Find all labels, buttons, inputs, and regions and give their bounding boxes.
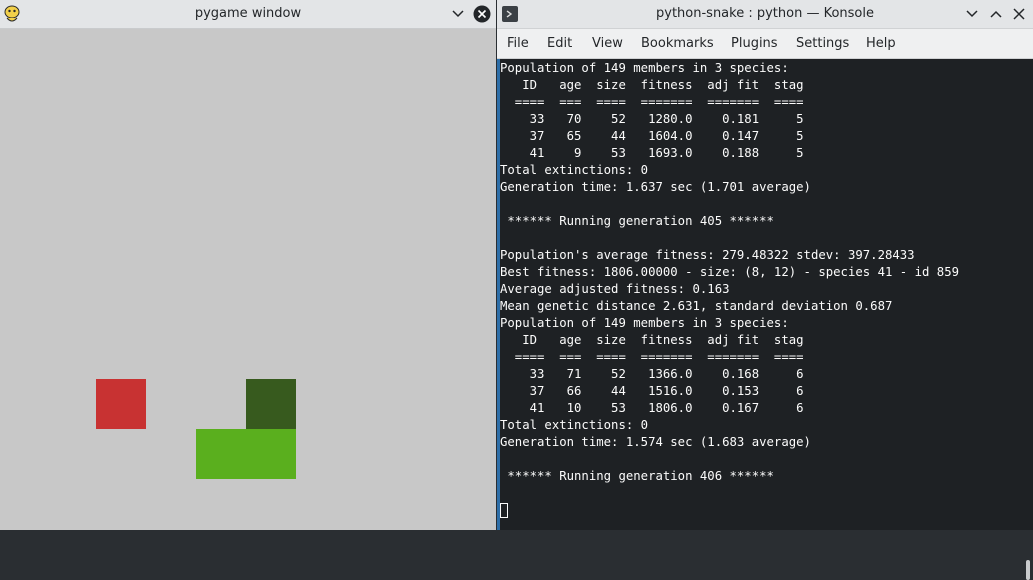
- menu-plugins[interactable]: Plugins: [731, 36, 778, 51]
- menu-file[interactable]: File: [507, 36, 529, 51]
- konsole-titlebar[interactable]: python-snake : python — Konsole: [497, 0, 1033, 29]
- menu-view[interactable]: View: [592, 36, 623, 51]
- konsole-window: python-snake : python — Konsole File Edi…: [497, 0, 1033, 580]
- menu-edit[interactable]: Edit: [547, 36, 572, 51]
- menu-settings[interactable]: Settings: [796, 36, 849, 51]
- scrollbar-thumb[interactable]: [1026, 560, 1030, 580]
- terminal-output[interactable]: Population of 149 members in 3 species: …: [497, 59, 1033, 580]
- pygame-window: pygame window: [0, 0, 496, 530]
- chevron-down-icon[interactable]: [449, 5, 467, 23]
- game-canvas[interactable]: [0, 29, 496, 530]
- chevron-down-icon[interactable]: [963, 5, 981, 23]
- food-block: [96, 379, 146, 429]
- menu-help[interactable]: Help: [866, 36, 896, 51]
- window-title: pygame window: [194, 6, 302, 21]
- terminal-text: Population of 149 members in 3 species: …: [500, 61, 960, 483]
- menu-bar: File Edit View Bookmarks Plugins Setting…: [497, 29, 1033, 59]
- snake-head: [246, 379, 296, 429]
- close-icon[interactable]: [473, 5, 491, 23]
- window-title: python-snake : python — Konsole: [656, 6, 874, 21]
- terminal-cursor: [500, 503, 508, 518]
- snake-body: [196, 429, 296, 479]
- close-icon[interactable]: [1010, 5, 1028, 23]
- chevron-up-icon[interactable]: [987, 5, 1005, 23]
- menu-bookmarks[interactable]: Bookmarks: [641, 36, 714, 51]
- pygame-titlebar[interactable]: pygame window: [0, 0, 496, 29]
